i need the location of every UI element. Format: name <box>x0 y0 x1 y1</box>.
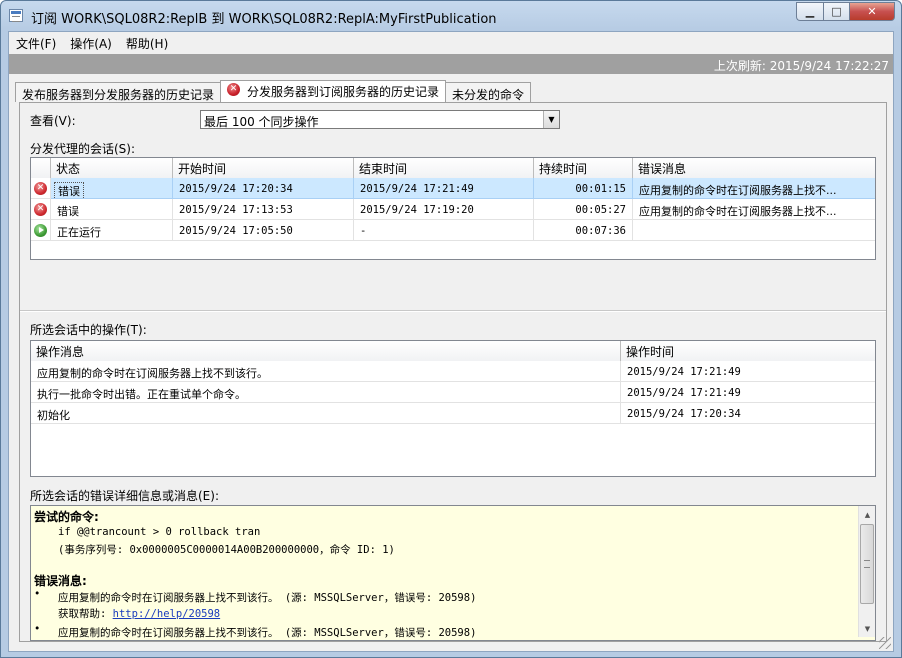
session-duration: 00:07:36 <box>534 220 633 241</box>
close-button[interactable]: ✕ <box>849 2 895 21</box>
help-line: 获取帮助: http://help/20598 <box>34 604 859 620</box>
action-message: 应用复制的命令时在订阅服务器上找不到该行。 <box>31 361 621 382</box>
tab-undistributed-commands[interactable]: 未分发的命令 <box>445 82 532 102</box>
action-message: 执行一批命令时出错。正在重试单个命令。 <box>31 382 621 403</box>
session-start: 2015/9/24 17:13:53 <box>173 199 354 220</box>
tab-distributor-to-subscriber[interactable]: ✕ 分发服务器到订阅服务器的历史记录 <box>220 80 447 102</box>
help-label: 获取帮助: <box>58 608 107 620</box>
session-error: 应用复制的命令时在订阅服务器上找不... <box>633 199 875 220</box>
transaction-info: (事务序列号: 0x0000005C0000014A00B200000000，命… <box>58 544 395 556</box>
window-title: 订阅 WORK\SQL08R2:ReplB 到 WORK\SQL08R2:Rep… <box>31 12 497 27</box>
bullet-icon: • <box>34 623 41 635</box>
dropdown-arrow-icon[interactable]: ▼ <box>543 111 559 128</box>
client-area: 文件(F) 操作(A) 帮助(H) 上次刷新: 2015/9/24 17:22:… <box>8 31 894 652</box>
scroll-up-icon[interactable]: ▲ <box>859 506 875 523</box>
error-details-box[interactable]: 尝试的命令: if @@trancount > 0 rollback tran … <box>30 505 876 641</box>
error-icon: ✕ <box>34 203 47 216</box>
attempted-command-heading: 尝试的命令: <box>34 510 99 524</box>
error-message-line: • 应用复制的命令时在订阅服务器上找不到该行。 (源: MSSQLServer，… <box>34 623 859 639</box>
column-error-message[interactable]: 错误消息 <box>633 158 875 178</box>
column-action-time[interactable]: 操作时间 <box>621 341 875 361</box>
row-status-icon: ✕ <box>31 178 51 199</box>
upper-splitter[interactable] <box>20 310 886 312</box>
session-start: 2015/9/24 17:20:34 <box>173 178 354 199</box>
session-duration: 00:05:27 <box>534 199 633 220</box>
tab-strip: 发布服务器到分发服务器的历史记录 ✕ 分发服务器到订阅服务器的历史记录 未分发的… <box>15 80 532 102</box>
session-duration: 00:01:15 <box>534 178 633 199</box>
scroll-thumb[interactable] <box>860 524 874 604</box>
refresh-status-bar: 上次刷新: 2015/9/24 17:22:27 <box>9 54 893 74</box>
session-row[interactable]: 正在运行 2015/9/24 17:05:50 - 00:07:36 <box>31 220 875 241</box>
actions-label: 所选会话中的操作(T): <box>30 323 147 337</box>
session-row[interactable]: ✕ 错误 2015/9/24 17:13:53 2015/9/24 17:19:… <box>31 199 875 220</box>
column-end-time[interactable]: 结束时间 <box>354 158 534 178</box>
error-icon: ✕ <box>34 182 47 195</box>
action-time: 2015/9/24 17:20:34 <box>621 403 875 424</box>
window-controls: ▁ □ ✕ <box>796 2 895 21</box>
details-label: 所选会话的错误详细信息或消息(E): <box>30 489 219 503</box>
column-start-time[interactable]: 开始时间 <box>173 158 354 178</box>
error-details-content: 尝试的命令: if @@trancount > 0 rollback tran … <box>34 508 859 639</box>
actions-grid[interactable]: 操作消息 操作时间 应用复制的命令时在订阅服务器上找不到该行。 2015/9/2… <box>30 340 876 477</box>
title-bar[interactable]: 订阅 WORK\SQL08R2:ReplB 到 WORK\SQL08R2:Rep… <box>1 1 901 31</box>
session-end: 2015/9/24 17:19:20 <box>354 199 534 220</box>
tab-label: 分发服务器到订阅服务器的历史记录 <box>247 85 440 99</box>
action-time: 2015/9/24 17:21:49 <box>621 361 875 382</box>
session-status: 错误 <box>51 178 173 199</box>
column-action-message[interactable]: 操作消息 <box>31 341 621 361</box>
help-link[interactable]: http://help/20598 <box>113 608 220 620</box>
session-error <box>633 220 875 241</box>
tab-publisher-to-distributor[interactable]: 发布服务器到分发服务器的历史记录 <box>15 82 222 102</box>
menu-bar: 文件(F) 操作(A) 帮助(H) <box>9 32 893 52</box>
action-message: 初始化 <box>31 403 621 424</box>
session-status: 错误 <box>51 199 173 220</box>
view-select-value: 最后 100 个同步操作 <box>204 115 319 129</box>
bullet-icon: • <box>34 588 41 600</box>
action-row[interactable]: 执行一批命令时出错。正在重试单个命令。 2015/9/24 17:21:49 <box>31 382 875 403</box>
session-status: 正在运行 <box>51 220 173 241</box>
menu-file[interactable]: 文件(F) <box>9 32 63 52</box>
session-row[interactable]: ✕ 错误 2015/9/24 17:20:34 2015/9/24 17:21:… <box>31 178 875 199</box>
session-end: - <box>354 220 534 241</box>
error-icon: ✕ <box>227 83 241 96</box>
last-refresh-text: 上次刷新: 2015/9/24 17:22:27 <box>713 59 889 73</box>
window-app-icon <box>9 9 23 22</box>
column-status[interactable]: 状态 <box>51 158 173 178</box>
sessions-grid-header: 状态 开始时间 结束时间 持续时间 错误消息 <box>31 158 875 178</box>
subscription-window: 订阅 WORK\SQL08R2:ReplB 到 WORK\SQL08R2:Rep… <box>0 0 902 658</box>
session-status-text: 错误 <box>54 182 84 198</box>
running-icon <box>34 224 47 237</box>
maximize-button[interactable]: □ <box>823 2 849 21</box>
error-message-text: 应用复制的命令时在订阅服务器上找不到该行。 (源: MSSQLServer，错误… <box>58 592 477 604</box>
error-message-text: 应用复制的命令时在订阅服务器上找不到该行。 (源: MSSQLServer，错误… <box>58 627 477 639</box>
view-label: 查看(V): <box>30 114 76 128</box>
error-message-heading: 错误消息: <box>34 574 87 588</box>
session-error: 应用复制的命令时在订阅服务器上找不... <box>633 178 875 199</box>
session-end: 2015/9/24 17:21:49 <box>354 178 534 199</box>
row-status-icon <box>31 220 51 241</box>
error-message-line: • 应用复制的命令时在订阅服务器上找不到该行。 (源: MSSQLServer，… <box>34 588 859 604</box>
details-scrollbar[interactable]: ▲ ▼ <box>858 506 875 637</box>
resize-grip-icon[interactable] <box>879 637 891 649</box>
column-duration[interactable]: 持续时间 <box>534 158 633 178</box>
action-row[interactable]: 应用复制的命令时在订阅服务器上找不到该行。 2015/9/24 17:21:49 <box>31 361 875 382</box>
tab-panel: 查看(V): 最后 100 个同步操作 ▼ 分发代理的会话(S): 状态 开始时… <box>19 102 887 642</box>
menu-help[interactable]: 帮助(H) <box>119 32 175 52</box>
attempted-command: if @@trancount > 0 rollback tran <box>58 526 261 538</box>
action-row[interactable]: 初始化 2015/9/24 17:20:34 <box>31 403 875 424</box>
row-status-icon: ✕ <box>31 199 51 220</box>
scroll-down-icon[interactable]: ▼ <box>859 620 875 637</box>
actions-grid-header: 操作消息 操作时间 <box>31 341 875 361</box>
menu-action[interactable]: 操作(A) <box>63 32 119 52</box>
column-icon[interactable] <box>31 158 51 178</box>
sessions-grid[interactable]: 状态 开始时间 结束时间 持续时间 错误消息 ✕ 错误 2015/9/24 17… <box>30 157 876 260</box>
view-select[interactable]: 最后 100 个同步操作 ▼ <box>200 110 560 129</box>
sessions-label: 分发代理的会话(S): <box>30 142 136 156</box>
action-time: 2015/9/24 17:21:49 <box>621 382 875 403</box>
session-start: 2015/9/24 17:05:50 <box>173 220 354 241</box>
minimize-button[interactable]: ▁ <box>796 2 823 21</box>
